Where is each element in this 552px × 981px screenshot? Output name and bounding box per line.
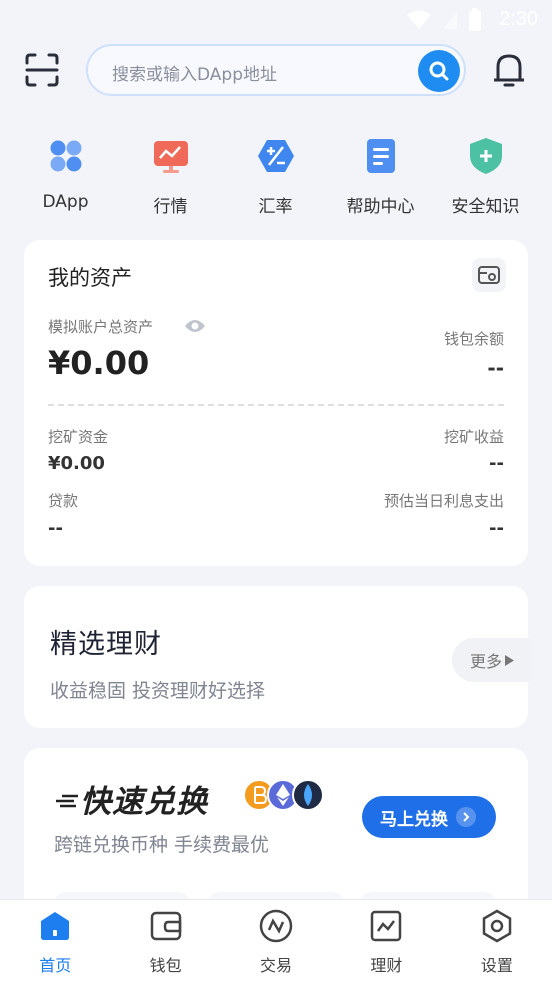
market-chart-icon [149,134,193,178]
quick-link-rate[interactable]: 汇率 [223,134,328,217]
notification-button[interactable] [490,50,528,90]
quick-link-dapp[interactable]: DApp [13,134,118,217]
tab-settings[interactable]: 设置 [442,900,552,981]
tab-label: 设置 [480,956,513,975]
quick-links: DApp 行情 汇率 帮助中心 安全知识 [0,134,552,217]
tab-finance[interactable]: 理财 [331,900,441,981]
quick-link-label: 行情 [153,197,188,217]
signal-icon [443,12,457,29]
quick-link-label: 帮助中心 [346,197,415,217]
tab-home[interactable]: 首页 [0,900,110,981]
wallet-settings-icon [478,266,500,284]
status-bar: 2:30 [0,0,552,40]
status-icons [406,8,482,32]
bell-icon [494,54,524,87]
quick-link-security[interactable]: 安全知识 [433,134,538,217]
crypto-coins-icon [243,779,324,811]
home-icon [37,908,73,944]
divider [48,404,504,406]
swap-now-button[interactable]: 马上兑换 [362,796,496,838]
wallet-balance-label: 钱包余额 [443,330,504,348]
finance-subtitle: 收益稳固 投资理财好选择 [50,680,266,702]
tab-label: 理财 [370,956,403,975]
play-arrow-icon [505,654,514,666]
mining-income-label: 挖矿收益 [443,428,504,446]
tab-trade[interactable]: 交易 [221,900,331,981]
eye-icon[interactable] [184,318,206,334]
apps-grid-icon [44,134,88,178]
quick-link-help[interactable]: 帮助中心 [328,134,433,217]
search-icon [429,61,449,81]
quick-link-label: 安全知识 [451,197,520,217]
tab-wallet[interactable]: 钱包 [110,900,220,981]
finance-chart-icon [368,908,404,944]
total-assets-value: ¥0.00 [48,344,150,382]
daily-interest-label: 预估当日利息支出 [383,492,504,510]
exchange-rate-icon [254,134,298,178]
assets-card: 我的资产 模拟账户总资产 ¥0.00 钱包余额 -- 挖矿资金 ¥0.00 挖矿… [24,240,528,566]
status-time: 2:30 [499,8,538,30]
chevron-right-icon [456,807,476,827]
search-button[interactable] [418,50,460,92]
asset-settings-button[interactable] [472,258,506,292]
search-placeholder: 搜索或输入DApp地址 [112,65,278,85]
total-assets-label: 模拟账户总资产 [48,318,154,336]
quick-link-label: 汇率 [258,197,293,217]
loan-label: 贷款 [48,492,79,510]
security-shield-icon [464,134,508,178]
assets-title: 我的资产 [48,266,132,290]
trade-icon [258,908,294,944]
tab-label: 交易 [260,956,293,975]
tab-label: 钱包 [149,956,182,975]
scan-icon [25,53,59,87]
tab-label: 首页 [39,956,72,975]
daily-interest-value: -- [489,518,504,539]
top-bar: 搜索或输入DApp地址 [0,44,552,98]
finance-title: 精选理财 [50,629,162,660]
search-bar[interactable]: 搜索或输入DApp地址 [86,44,466,96]
loan-value: -- [48,518,63,539]
wifi-icon [407,10,431,29]
scan-button[interactable] [24,52,60,88]
wallet-icon [148,908,184,944]
swap-subtitle: 跨链兑换币种 手续费最优 [54,834,270,856]
battery-icon [469,8,481,31]
featured-finance-card[interactable]: 精选理财 收益稳固 投资理财好选择 更多 [24,586,532,728]
more-label: 更多 [469,652,502,671]
swap-now-label: 马上兑换 [380,809,448,830]
swap-title: 快速兑换 [80,784,208,820]
more-button[interactable]: 更多 [452,638,532,682]
quick-link-label: DApp [42,192,89,212]
settings-icon [479,908,515,944]
mining-income-value: -- [489,453,504,474]
help-doc-icon [359,134,403,178]
speed-lines-icon [56,794,78,808]
wallet-balance-value: -- [487,356,504,380]
mining-funds-value: ¥0.00 [48,453,105,474]
bottom-tab-bar: 首页 钱包 交易 理财 设置 [0,899,552,981]
quick-link-market[interactable]: 行情 [118,134,223,217]
mining-funds-label: 挖矿资金 [48,428,109,446]
